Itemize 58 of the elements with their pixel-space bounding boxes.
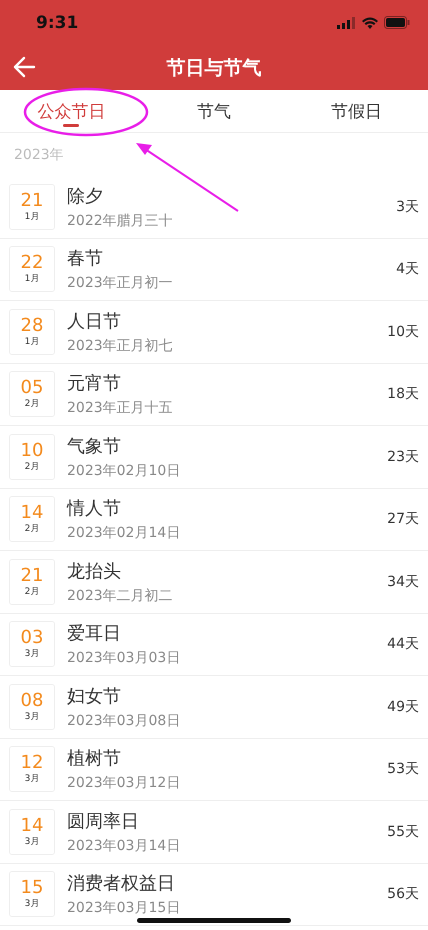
holiday-date: 2022年腊月三十 xyxy=(67,212,174,230)
holiday-name: 消费者权益日 xyxy=(67,872,176,896)
holiday-name: 龙抬头 xyxy=(67,560,122,583)
holiday-name: 元宵节 xyxy=(67,372,122,396)
status-time: 9:31 xyxy=(36,12,78,32)
holiday-date: 2023年正月十五 xyxy=(67,399,174,418)
days-remaining: 55天 xyxy=(387,822,419,841)
holiday-date: 2023年03月15日 xyxy=(67,899,182,918)
date-badge: 28 1月 xyxy=(9,308,55,355)
holiday-name: 春节 xyxy=(67,247,104,270)
holiday-name: 妇女节 xyxy=(67,684,122,708)
date-badge: 14 2月 xyxy=(9,496,55,542)
days-remaining: 10天 xyxy=(387,322,419,341)
date-badge: 05 2月 xyxy=(9,371,55,418)
date-badge: 03 3月 xyxy=(9,621,55,668)
year-header: 2023年 xyxy=(14,146,64,164)
date-badge: 08 3月 xyxy=(9,684,55,730)
holiday-name: 气象节 xyxy=(67,434,122,458)
tab[interactable]: 节假日 xyxy=(285,90,428,132)
tab[interactable]: 节气 xyxy=(142,90,286,132)
holiday-name: 爱耳日 xyxy=(67,622,122,646)
page-title: 节日与节气 xyxy=(166,56,262,80)
wifi-icon xyxy=(362,16,378,28)
holiday-date: 2023年二月初二 xyxy=(67,586,174,605)
holiday-date: 2023年02月10日 xyxy=(67,462,182,480)
days-remaining: 34天 xyxy=(387,572,419,591)
battery-icon xyxy=(384,16,410,29)
days-remaining: 53天 xyxy=(387,760,419,778)
date-badge: 12 3月 xyxy=(9,746,55,792)
tab[interactable]: 公众节日 xyxy=(0,90,143,132)
holiday-date: 2023年03月12日 xyxy=(67,774,182,792)
holiday-name: 除夕 xyxy=(67,184,104,208)
days-remaining: 44天 xyxy=(387,635,419,654)
date-badge: 10 2月 xyxy=(9,434,55,480)
days-remaining: 18天 xyxy=(387,385,419,404)
date-badge: 22 1月 xyxy=(9,246,55,292)
holiday-date: 2023年02月14日 xyxy=(67,524,182,542)
holiday-name: 植树节 xyxy=(67,747,122,770)
holiday-date: 2023年正月初七 xyxy=(67,336,174,355)
holiday-name: 人日节 xyxy=(67,310,122,333)
days-remaining: 27天 xyxy=(387,510,419,528)
holiday-date: 2023年03月03日 xyxy=(67,649,182,668)
days-remaining: 4天 xyxy=(396,260,419,278)
days-remaining: 23天 xyxy=(387,448,419,466)
holiday-date: 2023年03月08日 xyxy=(67,712,182,730)
date-badge: 21 2月 xyxy=(9,558,55,605)
days-remaining: 56天 xyxy=(387,885,419,904)
holiday-date: 2023年03月14日 xyxy=(67,836,182,855)
signal-icon xyxy=(337,16,356,28)
holiday-name: 情人节 xyxy=(67,497,122,520)
days-remaining: 49天 xyxy=(387,698,419,716)
date-badge: 14 3月 xyxy=(9,808,55,855)
back-arrow-icon[interactable] xyxy=(12,56,36,78)
holiday-name: 圆周率日 xyxy=(67,810,140,833)
date-badge: 21 1月 xyxy=(9,184,55,230)
date-badge: 15 3月 xyxy=(9,871,55,918)
days-remaining: 3天 xyxy=(396,198,419,216)
holiday-date: 2023年正月初一 xyxy=(67,274,174,292)
